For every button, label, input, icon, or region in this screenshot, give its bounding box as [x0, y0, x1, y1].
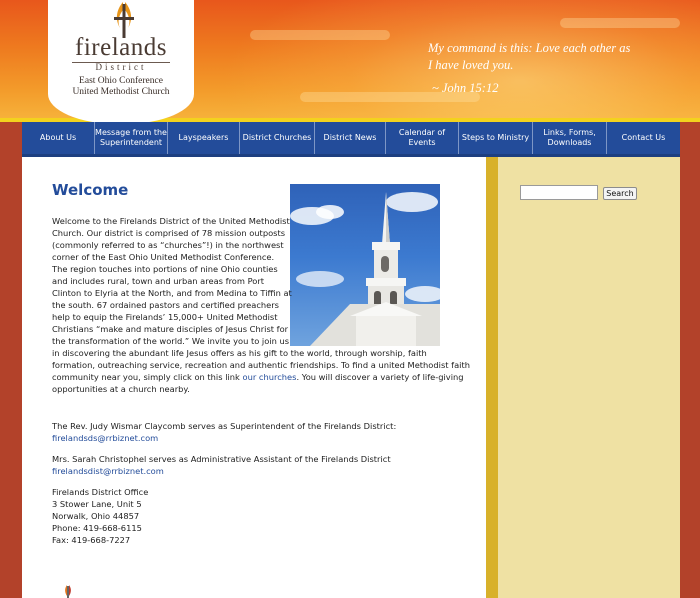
nav-calendar-of-events[interactable]: Calendar of Events [386, 122, 459, 154]
page-title: Welcome [52, 181, 129, 199]
search-input[interactable] [520, 185, 598, 200]
quote-line1: My command is this: Love each other as [428, 41, 631, 55]
nav-contact-us[interactable]: Contact Us [607, 122, 680, 154]
nav-about-us[interactable]: About Us [22, 122, 95, 154]
our-churches-link[interactable]: our churches [243, 372, 297, 382]
superintendent-info: The Rev. Judy Wismar Claycomb serves as … [52, 420, 472, 444]
office-city: Norwalk, Ohio 44857 [52, 511, 140, 521]
nav-links-forms-downloads[interactable]: Links, Forms, Downloads [533, 122, 607, 154]
office-fax: Fax: 419-668-7227 [52, 535, 131, 545]
main-nav: About Us Message from the Superintendent… [22, 122, 680, 157]
methodist-cross-flame-icon [65, 585, 71, 598]
assistant-info: Mrs. Sarah Christophel serves as Adminis… [52, 453, 472, 477]
header-quote: My command is this: Love each other as I… [428, 40, 688, 97]
superintendent-text: The Rev. Judy Wismar Claycomb serves as … [52, 421, 397, 431]
assistant-email-link[interactable]: firelandsdist@rrbiznet.com [52, 466, 164, 476]
office-name: Firelands District Office [52, 487, 149, 497]
welcome-paragraph: Welcome to the Firelands District of the… [52, 215, 472, 395]
logo-wordmark: firelands [75, 34, 167, 61]
nav-message-superintendent[interactable]: Message from the Superintendent [95, 122, 168, 154]
search-button[interactable]: Search [603, 187, 637, 200]
nav-district-churches[interactable]: District Churches [240, 122, 315, 154]
office-street: 3 Stower Lane, Unit 5 [52, 499, 142, 509]
cloud-streak [250, 30, 390, 40]
logo-conference: East Ohio Conference United Methodist Ch… [48, 76, 194, 98]
nav-steps-to-ministry[interactable]: Steps to Ministry [459, 122, 533, 154]
logo-district: District [95, 62, 147, 72]
district-logo[interactable]: firelands District East Ohio Conference … [48, 0, 194, 124]
main-content: Welcome Welcome to the Firelands Distric… [22, 157, 486, 598]
sidebar: Search [498, 157, 680, 598]
logo-conference-line1: East Ohio Conference [79, 76, 163, 86]
nav-district-news[interactable]: District News [315, 122, 386, 154]
office-phone: Phone: 419-668-6115 [52, 523, 142, 533]
quote-reference: ~ John 15:12 [432, 81, 499, 95]
superintendent-email-link[interactable]: firelandsds@rrbiznet.com [52, 433, 158, 443]
assistant-text: Mrs. Sarah Christophel serves as Adminis… [52, 454, 391, 464]
quote-line2: I have loved you. [428, 58, 514, 72]
gold-divider-column [486, 157, 498, 598]
logo-conference-line2: United Methodist Church [72, 87, 170, 97]
office-address: Firelands District Office 3 Stower Lane,… [52, 486, 472, 546]
nav-layspeakers[interactable]: Layspeakers [168, 122, 240, 154]
cloud-streak [560, 18, 680, 28]
